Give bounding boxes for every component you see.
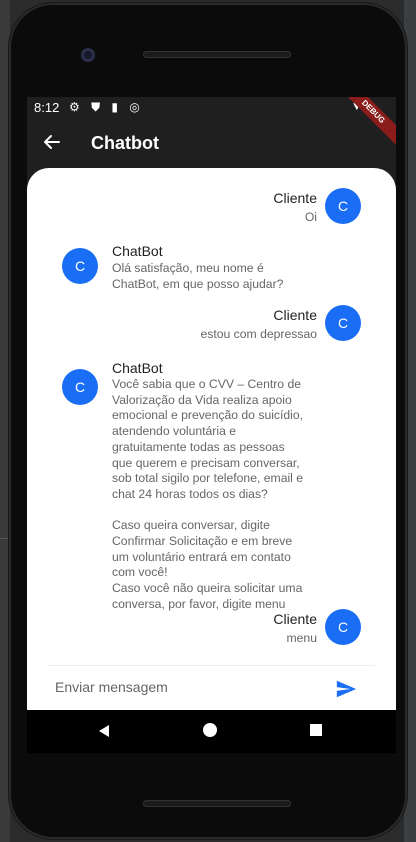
message-sender: Cliente	[273, 307, 317, 323]
arrow-left-icon	[44, 135, 60, 149]
message-item: Cliente Oi	[207, 190, 317, 226]
message-text: Olá satisfação, meu nome é ChatBot, em q…	[112, 261, 284, 291]
device-screen: 8:12 ⚙ ⛊ ▮ ◎ ▼◢ DEBUG Chatbot Cliente Oi…	[27, 97, 396, 750]
triangle-back-icon[interactable]	[97, 724, 111, 738]
send-icon	[336, 680, 357, 698]
speaker-grille	[143, 51, 291, 58]
square-recent-icon[interactable]	[310, 724, 322, 736]
avatar: C	[325, 609, 361, 645]
camera-icon	[81, 48, 95, 62]
back-button[interactable]	[41, 132, 65, 156]
message-composer	[27, 666, 396, 710]
system-nav-bar	[27, 710, 396, 753]
status-bar: 8:12 ⚙ ⛊ ▮ ◎ ▼◢ DEBUG	[27, 97, 396, 149]
message-item: ChatBot Você sabia que o CVV – Centro de…	[112, 360, 332, 613]
chat-panel: Cliente Oi C C ChatBot Olá satisfação, m…	[27, 168, 396, 750]
status-icons: ⚙ ⛊ ▮ ◎	[69, 100, 144, 114]
message-input[interactable]	[53, 678, 317, 696]
message-item: Cliente estou com depressao	[147, 307, 317, 343]
status-time: 8:12	[34, 100, 60, 115]
message-item: Cliente menu	[207, 611, 317, 647]
avatar: C	[62, 369, 98, 405]
message-text: menu	[286, 631, 318, 645]
message-sender: Cliente	[273, 611, 317, 627]
message-sender: ChatBot	[112, 243, 163, 259]
message-sender: Cliente	[273, 190, 317, 206]
avatar: C	[325, 305, 361, 341]
speaker-grille-bottom	[143, 800, 291, 807]
circle-home-icon[interactable]	[203, 723, 217, 737]
message-item: ChatBot Olá satisfação, meu nome é ChatB…	[112, 243, 362, 292]
avatar: C	[62, 248, 98, 284]
send-button[interactable]	[335, 678, 359, 702]
page-title: Chatbot	[91, 133, 159, 153]
message-text: Você sabia que o CVV – Centro de Valoriz…	[112, 377, 304, 611]
message-sender: ChatBot	[112, 360, 163, 376]
app-bar: Chatbot	[27, 119, 396, 169]
message-text: estou com depressao	[200, 327, 317, 341]
message-text: Oi	[304, 210, 317, 224]
avatar: C	[325, 188, 361, 224]
